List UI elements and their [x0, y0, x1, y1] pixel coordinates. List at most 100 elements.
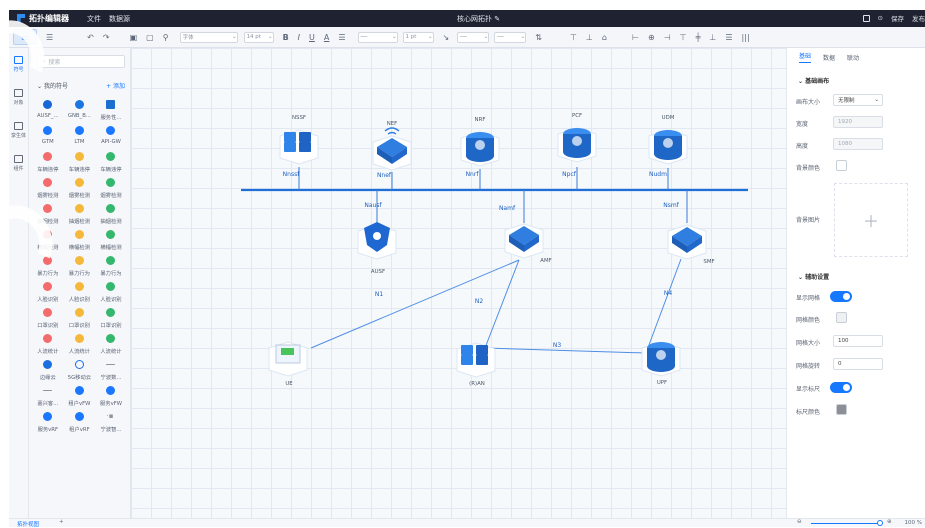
- align-top-icon[interactable]: ⊤: [570, 33, 577, 42]
- symbol-item[interactable]: 人流统计: [64, 331, 96, 357]
- connector-icon[interactable]: ↘: [443, 33, 450, 42]
- topology-canvas[interactable]: Nnssf Nnef Nnrf Npcf Nudm Nausf Namf Nsmf N1 N2 N3…: [131, 48, 786, 518]
- align-vertical-center-icon[interactable]: ╪: [696, 33, 701, 42]
- font-select[interactable]: 字体 ⌄: [179, 31, 238, 43]
- align-middle-icon[interactable]: ⊥: [586, 33, 593, 42]
- symbol-item[interactable]: 嘉兴客...: [32, 383, 64, 409]
- symbol-item[interactable]: 服务vRF: [32, 409, 64, 435]
- line-width-select[interactable]: 1 pt ⌄: [402, 31, 434, 43]
- symbol-item[interactable]: 车辆违停: [32, 149, 64, 175]
- document-title[interactable]: 核心网拓扑 ✎: [457, 14, 500, 24]
- background-image-uploader[interactable]: ＋: [834, 183, 908, 257]
- ruler-color-swatch[interactable]: [836, 404, 847, 415]
- add-view-button[interactable]: +: [59, 519, 64, 525]
- bold-button[interactable]: B: [283, 33, 289, 42]
- end-arrow-select[interactable]: ── ⌄: [494, 31, 527, 43]
- cylinder-user-icon[interactable]: [648, 129, 688, 165]
- device-icon[interactable]: [268, 341, 308, 377]
- symbol-item[interactable]: 服务vFW: [95, 383, 127, 409]
- network-link[interactable]: [645, 258, 682, 354]
- show-grid-toggle[interactable]: [830, 291, 852, 302]
- network-link[interactable]: [310, 259, 520, 349]
- cylinder-icon[interactable]: [460, 131, 500, 167]
- tab-basic[interactable]: 基础: [799, 51, 812, 63]
- symbol-item[interactable]: 人脸识别: [95, 279, 127, 305]
- undo-icon[interactable]: ↶: [87, 33, 94, 42]
- format-brush-icon[interactable]: ⚲: [163, 33, 169, 42]
- background-color-swatch[interactable]: [836, 160, 847, 171]
- align-left-icon[interactable]: ⊢: [632, 33, 639, 42]
- database-icon[interactable]: [557, 127, 597, 163]
- symbol-item[interactable]: 烟雾检测: [95, 175, 127, 201]
- shield-icon[interactable]: [357, 222, 397, 260]
- network-link[interactable]: [484, 347, 647, 354]
- my-symbols-group[interactable]: ⌄ 我的符号: [37, 81, 68, 90]
- symbol-item[interactable]: LTM: [64, 123, 96, 149]
- grid-size-input[interactable]: 100: [833, 335, 883, 347]
- distribute-vertical-icon[interactable]: |||: [742, 33, 750, 42]
- router-cylinder-icon[interactable]: [641, 341, 681, 377]
- save-button[interactable]: 保存: [891, 13, 904, 23]
- symbol-item[interactable]: 边缘云: [32, 357, 64, 383]
- symbol-item[interactable]: 口罩识别: [95, 305, 127, 331]
- switch-icon[interactable]: [667, 224, 707, 260]
- font-color-button[interactable]: A: [324, 33, 329, 42]
- symbol-item[interactable]: 宁波数...: [95, 357, 127, 383]
- rail-twins[interactable]: 孪生体: [9, 114, 28, 147]
- start-arrow-select[interactable]: ── ⌄: [457, 31, 490, 43]
- underline-button[interactable]: U: [309, 33, 315, 42]
- symbol-item[interactable]: 人脸识别: [32, 279, 64, 305]
- width-input[interactable]: 1920: [833, 116, 883, 128]
- layout-icon[interactable]: ☰: [46, 33, 53, 42]
- zoom-slider-track[interactable]: [811, 523, 881, 524]
- symbol-item[interactable]: 横幅检测: [64, 227, 96, 253]
- show-ruler-toggle[interactable]: [830, 382, 852, 393]
- rack-icon[interactable]: [456, 342, 496, 378]
- symbol-item[interactable]: 抽烟检测: [64, 201, 96, 227]
- line-style-select[interactable]: ── ⌄: [357, 31, 398, 43]
- symbol-item[interactable]: 租户vFW: [64, 383, 96, 409]
- align-top-edge-icon[interactable]: ⊤: [680, 33, 687, 42]
- grid-color-swatch[interactable]: [836, 312, 847, 323]
- symbol-item[interactable]: AUSF_...: [32, 97, 64, 123]
- tab-data[interactable]: 数据: [823, 53, 835, 62]
- network-link[interactable]: [484, 259, 520, 349]
- symbol-item[interactable]: 烟雾检测: [64, 175, 96, 201]
- copy-icon[interactable]: ▣: [130, 33, 138, 42]
- align-bottom-edge-icon[interactable]: ⊥: [709, 33, 716, 42]
- symbol-item[interactable]: 暴力行为: [64, 253, 96, 279]
- paste-icon[interactable]: ▢: [146, 33, 154, 42]
- symbol-item[interactable]: 暴力行为: [95, 253, 127, 279]
- switch-icon[interactable]: [504, 223, 544, 259]
- basic-canvas-section[interactable]: ⌄ 基础画布: [798, 76, 829, 85]
- align-center-icon[interactable]: ⊕: [648, 33, 655, 42]
- grid-rotation-input[interactable]: 0: [833, 358, 883, 370]
- align-icon[interactable]: ☰: [338, 33, 345, 42]
- canvas-size-select[interactable]: 无限制 ⌄: [833, 94, 883, 106]
- symbol-item[interactable]: 5G移动云: [64, 357, 96, 383]
- zoom-in-icon[interactable]: ⊕: [887, 519, 892, 525]
- symbol-item[interactable]: 人流统计: [95, 331, 127, 357]
- symbol-item[interactable]: 口罩识别: [32, 305, 64, 331]
- symbol-search-input[interactable]: ⌕ 搜索: [37, 55, 125, 68]
- symbol-item[interactable]: 租户vRF: [64, 409, 96, 435]
- symbol-item[interactable]: ·▪ 宁波智...: [95, 409, 127, 435]
- preview-icon[interactable]: [862, 14, 870, 22]
- align-right-icon[interactable]: ⊣: [664, 33, 671, 42]
- symbol-item[interactable]: 抽烟检测: [95, 201, 127, 227]
- rail-components[interactable]: 组件: [9, 147, 28, 180]
- redo-icon[interactable]: ↷: [103, 33, 110, 42]
- symbol-item[interactable]: 人流统计: [32, 331, 64, 357]
- menu-data-source[interactable]: 数据源: [109, 14, 130, 24]
- aux-settings-section[interactable]: ⌄ 辅助设置: [798, 272, 829, 281]
- symbol-item[interactable]: 车辆违停: [95, 149, 127, 175]
- font-size-select[interactable]: 14 pt ⌄: [243, 31, 274, 43]
- zoom-slider-handle[interactable]: [877, 520, 883, 526]
- menu-file[interactable]: 文件: [87, 14, 101, 24]
- symbol-item[interactable]: 烟雾检测: [32, 175, 64, 201]
- publish-button[interactable]: 发布: [912, 13, 925, 23]
- symbol-item[interactable]: GNB_B...: [64, 97, 96, 123]
- symbol-item[interactable]: GTM: [32, 123, 64, 149]
- distribute-horizontal-icon[interactable]: ☰: [725, 33, 732, 42]
- lock-icon[interactable]: ⌂: [602, 33, 607, 42]
